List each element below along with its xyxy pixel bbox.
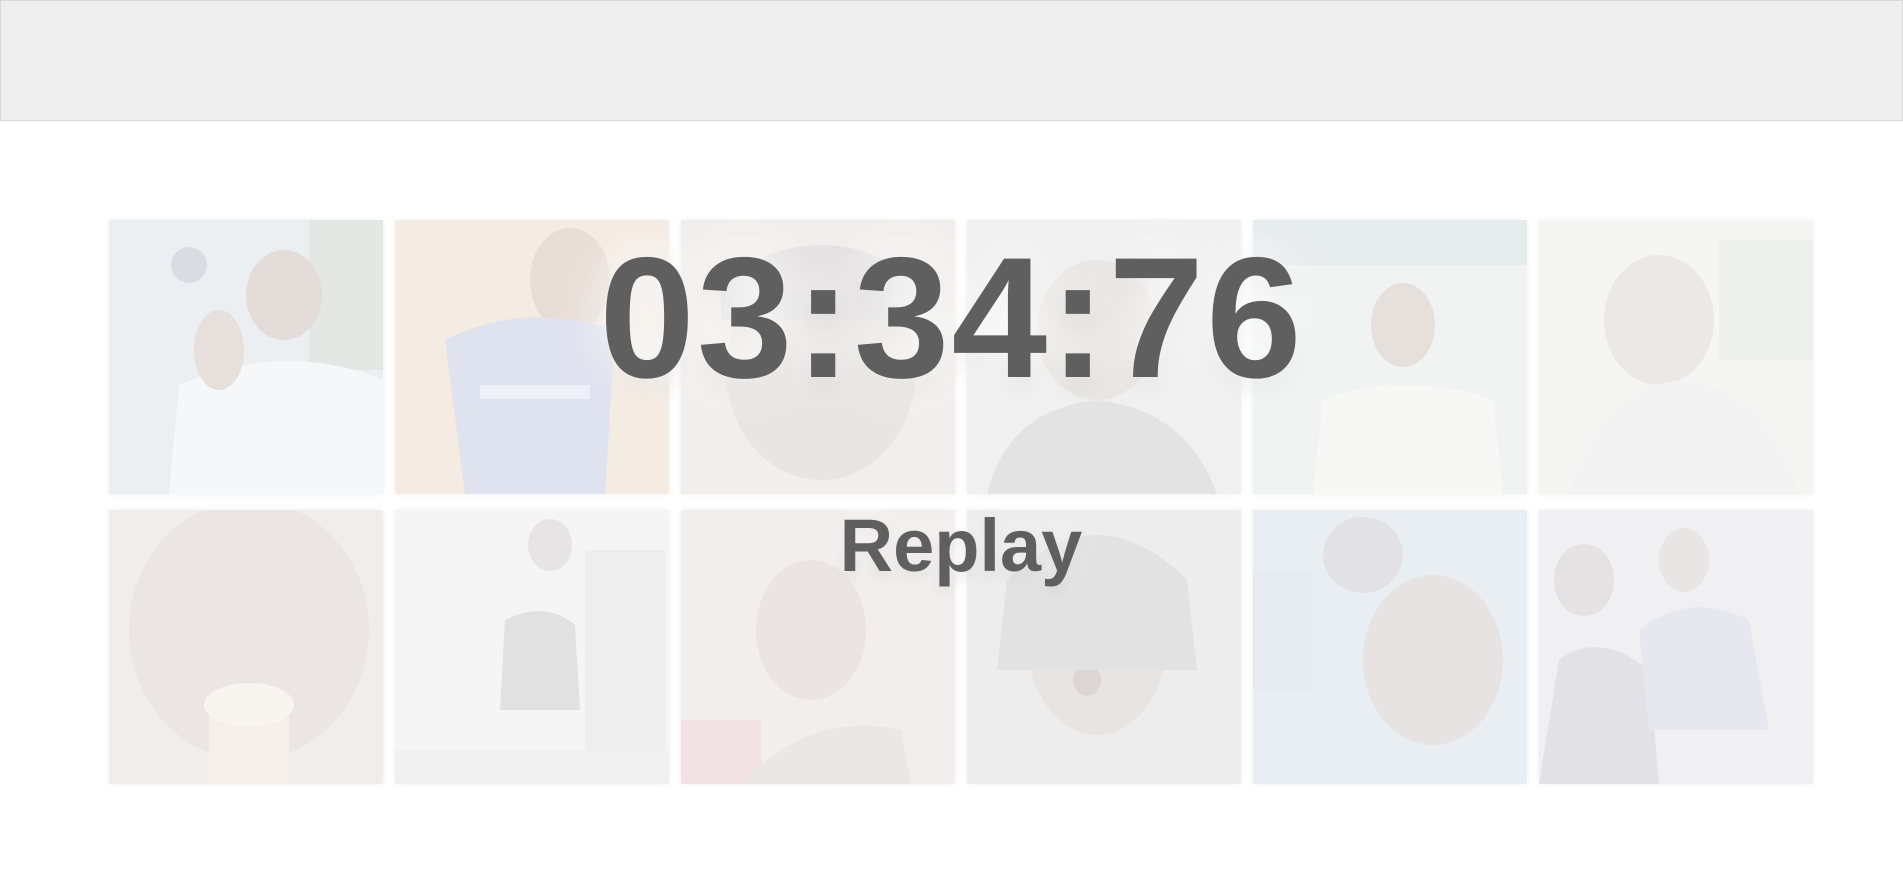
photo-tile-4 [967, 220, 1241, 494]
photo-waving [109, 220, 383, 494]
photo-closeup [681, 220, 955, 494]
photo-jumping [395, 510, 669, 784]
photo-sign [1253, 220, 1527, 494]
photo-tile-2 [395, 220, 669, 494]
photo-tile-3 [681, 220, 955, 494]
top-bar [0, 0, 1903, 121]
photo-tile-7 [109, 510, 383, 784]
photo-dark-shirt [967, 220, 1241, 494]
photo-two-friends [1539, 510, 1813, 784]
photo-tile-11 [1253, 510, 1527, 784]
photo-tile-5 [1253, 220, 1527, 494]
photo-pool [1253, 510, 1527, 784]
photo-glasses [1539, 220, 1813, 494]
replay-button[interactable]: Replay [830, 505, 1092, 587]
photo-grid [109, 220, 1815, 784]
photo-tile-8 [395, 510, 669, 784]
photo-ice-cream [109, 510, 383, 784]
photo-tile-6 [1539, 220, 1813, 494]
photo-tile-1 [109, 220, 383, 494]
photo-tile-12 [1539, 510, 1813, 784]
photo-blue-jersey [395, 220, 669, 494]
